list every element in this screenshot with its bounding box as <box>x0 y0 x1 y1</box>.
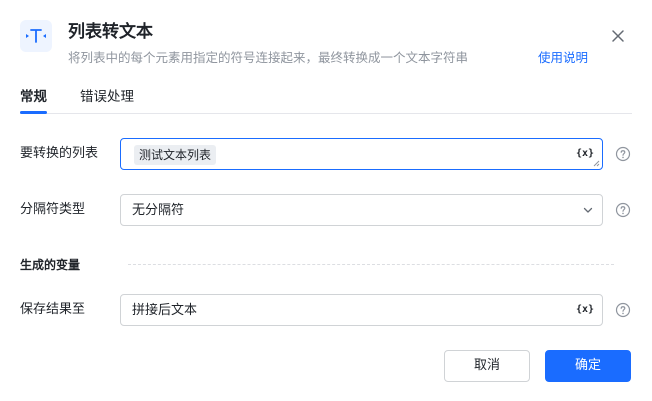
dialog-description: 将列表中的每个元素用指定的符号连接起来，最终转换成一个文本字符串 <box>68 50 469 65</box>
resize-handle-icon[interactable] <box>593 160 600 167</box>
tab-error-handling[interactable]: 错误处理 <box>80 86 134 108</box>
confirm-button[interactable]: 确定 <box>545 350 631 382</box>
tab-general[interactable]: 常规 <box>20 86 47 108</box>
variable-chip[interactable]: 测试文本列表 <box>134 145 217 165</box>
active-tab-indicator <box>20 111 47 114</box>
help-circle-icon[interactable] <box>615 146 631 162</box>
help-link[interactable]: 使用说明 <box>538 49 588 67</box>
dialog-title: 列表转文本 <box>68 22 153 42</box>
cancel-button[interactable]: 取消 <box>444 350 530 382</box>
tab-bar: 常规 错误处理 <box>20 86 632 114</box>
save-result-value: 拼接后文本 <box>132 303 198 318</box>
close-icon <box>612 30 624 42</box>
separator-type-label: 分隔符类型 <box>20 202 86 217</box>
insert-variable-button[interactable]: {x} <box>576 302 594 318</box>
text-tool-icon <box>20 20 52 52</box>
help-circle-icon[interactable] <box>615 202 631 218</box>
separator-type-select[interactable]: 无分隔符 <box>120 194 603 226</box>
help-circle-icon[interactable] <box>615 302 631 318</box>
separator-type-value: 无分隔符 <box>132 203 185 218</box>
output-variables-section-title: 生成的变量 <box>20 258 81 272</box>
section-divider <box>128 264 614 265</box>
save-result-input[interactable]: 拼接后文本 {x} <box>120 294 603 326</box>
close-button[interactable] <box>606 24 630 48</box>
list-to-convert-label: 要转换的列表 <box>20 146 99 161</box>
insert-variable-button[interactable]: {x} <box>576 146 594 162</box>
save-result-label: 保存结果至 <box>20 302 86 317</box>
list-to-convert-input[interactable]: 测试文本列表 {x} <box>120 138 603 170</box>
chevron-down-icon <box>583 207 593 213</box>
